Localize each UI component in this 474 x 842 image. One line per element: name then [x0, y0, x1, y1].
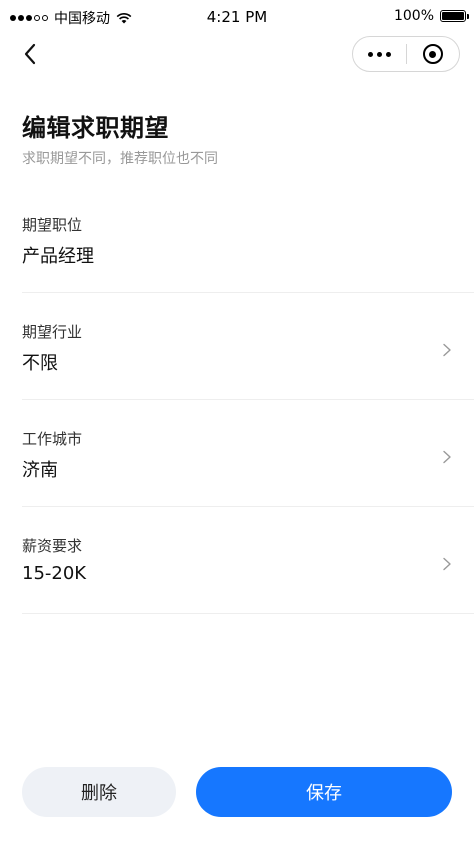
chevron-left-icon — [24, 43, 36, 65]
status-right: 100% — [393, 8, 469, 24]
status-bar: 中国移动 4:21 PM 100% — [0, 0, 474, 34]
battery-icon — [440, 10, 469, 22]
page-title: 编辑求职期望 — [22, 114, 169, 142]
row-value: 15-20K — [22, 563, 87, 584]
chevron-right-icon — [443, 450, 451, 464]
delete-button[interactable]: 删除 — [22, 767, 176, 817]
page-subtitle: 求职期望不同，推荐职位也不同 — [22, 151, 218, 167]
row-label: 期望行业 — [22, 323, 83, 341]
mini-program-capsule — [352, 36, 460, 72]
form-row-city[interactable]: 工作城市 济南 — [22, 400, 474, 507]
form-row-salary[interactable]: 薪资要求 15-20K — [22, 507, 474, 614]
row-label: 薪资要求 — [22, 537, 83, 555]
row-label: 期望职位 — [22, 216, 83, 234]
close-mini-program-button[interactable] — [407, 37, 460, 71]
chevron-right-icon — [443, 557, 451, 571]
row-value: 不限 — [22, 353, 58, 374]
save-button[interactable]: 保存 — [196, 767, 452, 817]
chevron-right-icon — [443, 343, 451, 357]
form-row-position[interactable]: 期望职位 产品经理 — [22, 186, 474, 293]
nav-bar — [0, 34, 474, 74]
battery-percent: 100% — [393, 8, 434, 24]
target-close-icon — [422, 44, 443, 64]
row-value: 产品经理 — [22, 246, 94, 267]
back-button[interactable] — [14, 38, 46, 70]
more-dots-icon — [367, 51, 391, 57]
row-label: 工作城市 — [22, 430, 83, 448]
form-row-industry[interactable]: 期望行业 不限 — [22, 293, 474, 400]
job-expectation-form: 期望职位 产品经理 期望行业 不限 工作城市 济南 薪资要求 15-20K — [0, 186, 474, 614]
more-button[interactable] — [353, 37, 406, 71]
row-value: 济南 — [22, 460, 58, 481]
